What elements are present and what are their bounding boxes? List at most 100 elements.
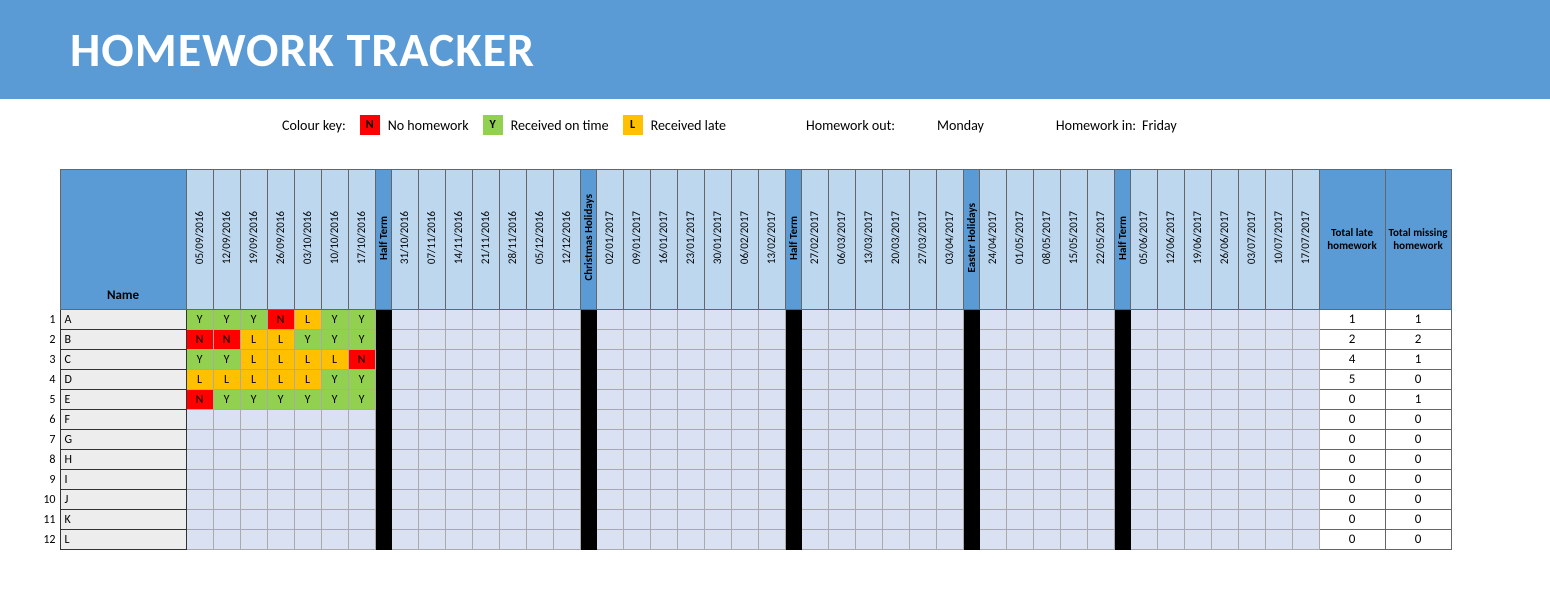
mark-cell[interactable] bbox=[445, 350, 472, 370]
mark-cell[interactable] bbox=[1006, 410, 1033, 430]
mark-cell[interactable] bbox=[1087, 470, 1114, 490]
mark-cell[interactable] bbox=[321, 470, 348, 490]
mark-cell[interactable] bbox=[1130, 490, 1157, 510]
mark-cell[interactable] bbox=[321, 450, 348, 470]
mark-cell[interactable] bbox=[1157, 390, 1184, 410]
mark-cell[interactable] bbox=[240, 470, 267, 490]
mark-cell[interactable] bbox=[855, 470, 882, 490]
mark-cell[interactable] bbox=[472, 470, 499, 490]
mark-cell[interactable]: L bbox=[267, 370, 294, 390]
mark-cell[interactable] bbox=[1238, 330, 1265, 350]
mark-cell[interactable] bbox=[213, 410, 240, 430]
mark-cell[interactable] bbox=[596, 530, 623, 550]
mark-cell[interactable] bbox=[828, 430, 855, 450]
mark-cell[interactable] bbox=[704, 310, 731, 330]
student-name-cell[interactable]: E bbox=[60, 390, 186, 410]
mark-cell[interactable] bbox=[472, 450, 499, 470]
mark-cell[interactable] bbox=[213, 430, 240, 450]
mark-cell[interactable] bbox=[418, 410, 445, 430]
mark-cell[interactable] bbox=[472, 530, 499, 550]
mark-cell[interactable] bbox=[828, 370, 855, 390]
mark-cell[interactable] bbox=[623, 510, 650, 530]
mark-cell[interactable] bbox=[499, 370, 526, 390]
mark-cell[interactable] bbox=[1238, 510, 1265, 530]
mark-cell[interactable] bbox=[348, 450, 375, 470]
mark-cell[interactable] bbox=[596, 330, 623, 350]
mark-cell[interactable]: L bbox=[240, 370, 267, 390]
mark-cell[interactable] bbox=[267, 510, 294, 530]
mark-cell[interactable] bbox=[321, 410, 348, 430]
mark-cell[interactable] bbox=[731, 490, 758, 510]
mark-cell[interactable] bbox=[1087, 370, 1114, 390]
mark-cell[interactable] bbox=[909, 370, 936, 390]
mark-cell[interactable] bbox=[1006, 330, 1033, 350]
mark-cell[interactable] bbox=[704, 510, 731, 530]
mark-cell[interactable] bbox=[186, 510, 213, 530]
mark-cell[interactable] bbox=[1060, 470, 1087, 490]
mark-cell[interactable] bbox=[1265, 470, 1292, 490]
mark-cell[interactable] bbox=[1157, 410, 1184, 430]
mark-cell[interactable] bbox=[267, 470, 294, 490]
mark-cell[interactable] bbox=[1157, 510, 1184, 530]
mark-cell[interactable] bbox=[321, 430, 348, 450]
mark-cell[interactable] bbox=[882, 410, 909, 430]
mark-cell[interactable] bbox=[1060, 350, 1087, 370]
mark-cell[interactable] bbox=[1130, 310, 1157, 330]
mark-cell[interactable] bbox=[855, 450, 882, 470]
mark-cell[interactable] bbox=[391, 470, 418, 490]
mark-cell[interactable] bbox=[1184, 450, 1211, 470]
mark-cell[interactable] bbox=[213, 470, 240, 490]
mark-cell[interactable] bbox=[499, 330, 526, 350]
mark-cell[interactable] bbox=[1211, 350, 1238, 370]
mark-cell[interactable] bbox=[526, 350, 553, 370]
mark-cell[interactable] bbox=[1130, 470, 1157, 490]
mark-cell[interactable] bbox=[677, 470, 704, 490]
mark-cell[interactable] bbox=[553, 430, 580, 450]
mark-cell[interactable] bbox=[1087, 390, 1114, 410]
mark-cell[interactable] bbox=[526, 430, 553, 450]
mark-cell[interactable] bbox=[828, 530, 855, 550]
mark-cell[interactable] bbox=[801, 330, 828, 350]
mark-cell[interactable] bbox=[213, 490, 240, 510]
mark-cell[interactable] bbox=[1157, 430, 1184, 450]
mark-cell[interactable] bbox=[499, 390, 526, 410]
mark-cell[interactable] bbox=[936, 510, 963, 530]
mark-cell[interactable] bbox=[1184, 310, 1211, 330]
mark-cell[interactable]: Y bbox=[213, 390, 240, 410]
mark-cell[interactable] bbox=[1211, 430, 1238, 450]
mark-cell[interactable] bbox=[909, 510, 936, 530]
mark-cell[interactable] bbox=[677, 510, 704, 530]
mark-cell[interactable] bbox=[677, 530, 704, 550]
mark-cell[interactable]: Y bbox=[348, 330, 375, 350]
mark-cell[interactable] bbox=[240, 530, 267, 550]
mark-cell[interactable] bbox=[1211, 450, 1238, 470]
mark-cell[interactable] bbox=[1087, 410, 1114, 430]
mark-cell[interactable] bbox=[1265, 310, 1292, 330]
mark-cell[interactable] bbox=[1087, 350, 1114, 370]
mark-cell[interactable] bbox=[1087, 490, 1114, 510]
mark-cell[interactable] bbox=[1184, 470, 1211, 490]
mark-cell[interactable] bbox=[1033, 370, 1060, 390]
mark-cell[interactable] bbox=[758, 370, 785, 390]
mark-cell[interactable] bbox=[267, 430, 294, 450]
mark-cell[interactable] bbox=[445, 490, 472, 510]
mark-cell[interactable] bbox=[650, 310, 677, 330]
mark-cell[interactable] bbox=[240, 490, 267, 510]
mark-cell[interactable] bbox=[758, 350, 785, 370]
mark-cell[interactable] bbox=[801, 390, 828, 410]
mark-cell[interactable] bbox=[731, 350, 758, 370]
mark-cell[interactable] bbox=[553, 370, 580, 390]
mark-cell[interactable] bbox=[828, 350, 855, 370]
mark-cell[interactable] bbox=[1211, 310, 1238, 330]
mark-cell[interactable] bbox=[801, 410, 828, 430]
mark-cell[interactable] bbox=[1033, 490, 1060, 510]
mark-cell[interactable] bbox=[1060, 310, 1087, 330]
mark-cell[interactable] bbox=[526, 530, 553, 550]
mark-cell[interactable] bbox=[445, 330, 472, 350]
student-name-cell[interactable]: C bbox=[60, 350, 186, 370]
mark-cell[interactable] bbox=[1006, 350, 1033, 370]
mark-cell[interactable] bbox=[801, 490, 828, 510]
mark-cell[interactable] bbox=[677, 430, 704, 450]
mark-cell[interactable] bbox=[623, 350, 650, 370]
mark-cell[interactable] bbox=[731, 430, 758, 450]
